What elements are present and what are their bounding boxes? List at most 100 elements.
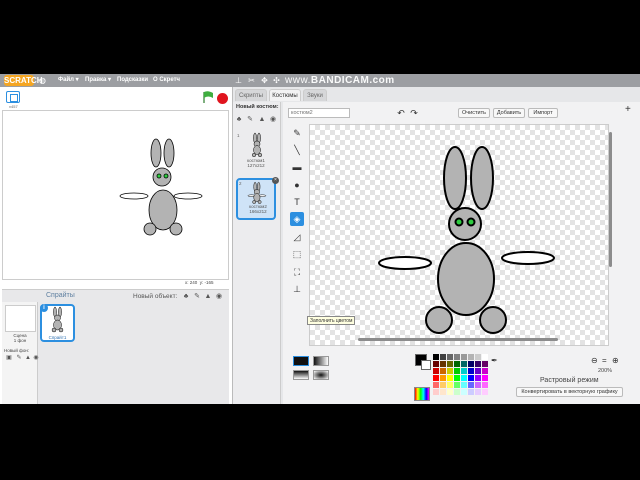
- palette-color-swatch[interactable]: [475, 382, 481, 388]
- globe-icon[interactable]: ◍: [38, 76, 47, 85]
- costume-name-field[interactable]: [288, 108, 350, 118]
- palette-color-swatch[interactable]: [461, 382, 467, 388]
- palette-color-swatch[interactable]: [461, 368, 467, 374]
- choose-background-icon[interactable]: ▣: [5, 355, 13, 362]
- color-spectrum-button[interactable]: [414, 387, 430, 401]
- palette-color-swatch[interactable]: [454, 382, 460, 388]
- solid-fill-swatch[interactable]: [293, 356, 309, 366]
- cut-icon[interactable]: ✂: [247, 76, 256, 85]
- palette-color-swatch[interactable]: [468, 375, 474, 381]
- palette-color-swatch[interactable]: [447, 361, 453, 367]
- stop-button[interactable]: [217, 93, 228, 104]
- vertical-gradient-swatch[interactable]: [293, 370, 309, 380]
- palette-color-swatch[interactable]: [461, 389, 467, 395]
- grow-icon[interactable]: ✥: [260, 76, 269, 85]
- vertical-scrollbar[interactable]: [609, 132, 612, 267]
- palette-color-swatch[interactable]: [475, 354, 481, 360]
- zoom-in-icon[interactable]: ⊕: [612, 356, 619, 365]
- camera-costume-icon[interactable]: ◉: [269, 116, 277, 124]
- fill-bucket-icon[interactable]: ◈: [290, 212, 304, 226]
- palette-color-swatch[interactable]: [475, 361, 481, 367]
- palette-color-swatch[interactable]: [482, 361, 488, 367]
- radial-gradient-swatch[interactable]: [313, 370, 329, 380]
- palette-color-swatch[interactable]: [440, 361, 446, 367]
- palette-color-swatch[interactable]: [461, 361, 467, 367]
- eraser-icon[interactable]: ◿: [290, 230, 304, 244]
- zoom-reset-icon[interactable]: =: [602, 356, 607, 365]
- palette-color-swatch[interactable]: [468, 354, 474, 360]
- horizontal-scrollbar[interactable]: [358, 338, 558, 341]
- tab-costumes[interactable]: Костюмы: [269, 89, 301, 101]
- palette-color-swatch[interactable]: [468, 361, 474, 367]
- palette-color-swatch[interactable]: [482, 354, 488, 360]
- palette-color-swatch[interactable]: [440, 375, 446, 381]
- secondary-color-swatch[interactable]: [421, 360, 431, 370]
- menu-edit[interactable]: Правка ▾: [85, 74, 111, 87]
- eyedropper-icon[interactable]: ✒: [491, 356, 499, 366]
- delete-costume-icon[interactable]: ×: [272, 177, 279, 184]
- paint-costume-icon[interactable]: ✎: [246, 116, 254, 124]
- zoom-out-icon[interactable]: ⊖: [591, 356, 598, 365]
- palette-color-swatch[interactable]: [440, 382, 446, 388]
- set-center-icon[interactable]: +: [625, 105, 634, 115]
- fullscreen-button[interactable]: [6, 91, 20, 103]
- costume-item-1[interactable]: 1 костюм1 127x212: [236, 132, 276, 174]
- palette-color-swatch[interactable]: [468, 368, 474, 374]
- palette-color-swatch[interactable]: [433, 389, 439, 395]
- palette-color-swatch[interactable]: [482, 389, 488, 395]
- palette-color-swatch[interactable]: [433, 361, 439, 367]
- tab-sounds[interactable]: Звуки: [303, 89, 327, 101]
- palette-color-swatch[interactable]: [447, 368, 453, 374]
- menu-about[interactable]: О Скретч: [153, 74, 180, 87]
- ellipse-icon[interactable]: ●: [290, 178, 304, 192]
- scratch-logo[interactable]: SCRATCH: [4, 75, 43, 86]
- palette-color-swatch[interactable]: [482, 382, 488, 388]
- drawing-canvas[interactable]: [309, 124, 609, 346]
- palette-color-swatch[interactable]: [433, 368, 439, 374]
- palette-color-swatch[interactable]: [482, 368, 488, 374]
- shrink-icon[interactable]: ✣: [272, 76, 281, 85]
- palette-color-swatch[interactable]: [433, 382, 439, 388]
- palette-color-swatch[interactable]: [447, 382, 453, 388]
- palette-color-swatch[interactable]: [482, 375, 488, 381]
- costume-item-2[interactable]: 2 костюм2 166x212 ×: [236, 177, 279, 220]
- clear-button[interactable]: Очистить: [458, 108, 490, 118]
- choose-costume-icon[interactable]: ♣: [235, 116, 243, 124]
- camera-background-icon[interactable]: ◉: [32, 355, 40, 362]
- palette-color-swatch[interactable]: [468, 389, 474, 395]
- line-icon[interactable]: ╲: [290, 143, 304, 157]
- sprite-info-icon[interactable]: i: [40, 304, 48, 312]
- palette-color-swatch[interactable]: [440, 389, 446, 395]
- add-button[interactable]: Добавить: [493, 108, 525, 118]
- horizontal-gradient-swatch[interactable]: [313, 356, 329, 366]
- palette-color-swatch[interactable]: [461, 354, 467, 360]
- palette-color-swatch[interactable]: [440, 354, 446, 360]
- paint-sprite-icon[interactable]: ✎: [193, 293, 201, 301]
- menu-file[interactable]: Файл ▾: [58, 74, 79, 87]
- select-icon[interactable]: ⬚: [290, 247, 304, 261]
- palette-color-swatch[interactable]: [447, 389, 453, 395]
- stamp-icon[interactable]: ⊥: [290, 282, 304, 296]
- green-flag-icon[interactable]: [202, 91, 214, 104]
- palette-color-swatch[interactable]: [468, 382, 474, 388]
- stage-rabbit-sprite[interactable]: [3, 111, 228, 279]
- palette-color-swatch[interactable]: [454, 368, 460, 374]
- palette-color-swatch[interactable]: [475, 368, 481, 374]
- upload-sprite-icon[interactable]: ▲: [204, 293, 212, 301]
- stage-thumbnail[interactable]: [5, 305, 36, 332]
- palette-color-swatch[interactable]: [447, 375, 453, 381]
- camera-icon[interactable]: ◉: [215, 293, 223, 301]
- paint-background-icon[interactable]: ✎: [15, 355, 23, 362]
- duplicate-icon[interactable]: ⊥: [234, 76, 243, 85]
- choose-sprite-icon[interactable]: ♣: [182, 293, 190, 301]
- palette-color-swatch[interactable]: [440, 368, 446, 374]
- palette-color-swatch[interactable]: [454, 361, 460, 367]
- convert-to-vector-button[interactable]: Конвертировать в векторную графику: [516, 387, 623, 397]
- rectangle-icon[interactable]: ▬: [290, 160, 304, 174]
- brush-icon[interactable]: ✎: [290, 126, 304, 140]
- palette-color-swatch[interactable]: [433, 354, 439, 360]
- palette-color-swatch[interactable]: [454, 375, 460, 381]
- palette-color-swatch[interactable]: [475, 375, 481, 381]
- upload-costume-icon[interactable]: ▲: [258, 116, 266, 124]
- upload-background-icon[interactable]: ▲: [24, 355, 32, 362]
